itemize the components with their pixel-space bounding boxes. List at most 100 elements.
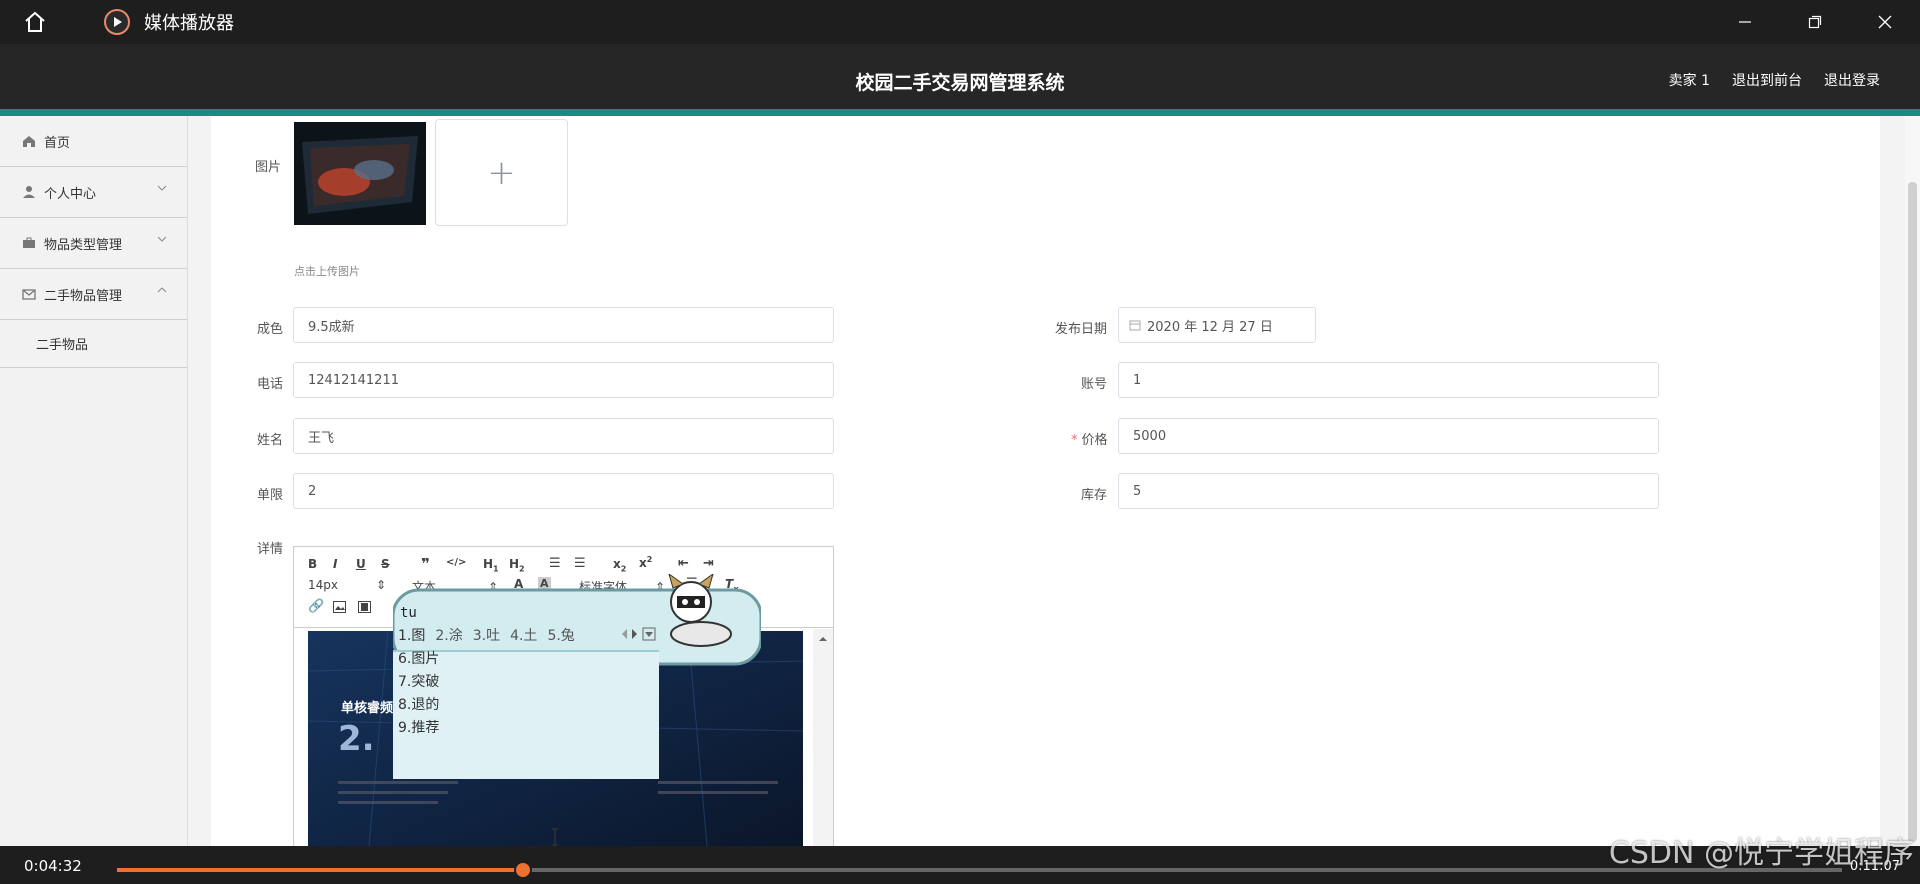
stock-value: 5 xyxy=(1133,483,1142,499)
stock-field[interactable]: 5 xyxy=(1118,473,1659,509)
media-player-icon xyxy=(103,8,131,36)
limit-label: 单限 xyxy=(257,488,284,503)
select-arrow-icon: ⇕ xyxy=(376,578,387,592)
stock-label: 库存 xyxy=(1081,488,1108,503)
account-value: 1 xyxy=(1133,372,1142,388)
font-size-select[interactable]: 14px ⇕ xyxy=(308,578,386,592)
strikethrough-button[interactable]: S xyxy=(381,557,390,571)
outdent-icon[interactable]: ⇤ xyxy=(678,556,689,571)
upload-hint: 点击上传图片 xyxy=(294,265,360,278)
publish-date-value: 2020 年 12 月 27 日 xyxy=(1147,319,1273,335)
phone-field[interactable]: 12412141211 xyxy=(293,362,834,398)
ime-mascot-icon xyxy=(668,574,732,647)
minimize-button[interactable] xyxy=(1710,0,1780,44)
text-cursor-icon xyxy=(552,828,558,846)
sidebar-item-second-hand-mgmt[interactable]: 二手物品管理 xyxy=(0,269,187,320)
price-label-text: 价格 xyxy=(1081,433,1108,448)
image-label: 图片 xyxy=(255,160,282,175)
sidebar: 首页 个人中心 物品类型管理 二手物品管理 二手物品 xyxy=(0,116,188,846)
header1-button[interactable]: H1 xyxy=(483,557,499,573)
logout-link[interactable]: 退出登录 xyxy=(1824,70,1880,90)
ime-candidate[interactable]: 1.图 xyxy=(398,625,425,645)
name-label: 姓名 xyxy=(257,433,284,448)
calendar-icon xyxy=(1129,320,1141,331)
upload-add-button[interactable]: + xyxy=(435,119,568,226)
indent-icon[interactable]: ⇥ xyxy=(703,556,714,571)
chevron-down-icon xyxy=(157,185,167,191)
image-number: 2. xyxy=(338,719,375,759)
limit-value: 2 xyxy=(308,483,317,499)
price-value: 5000 xyxy=(1133,428,1167,444)
required-asterisk: * xyxy=(1071,433,1078,448)
bold-button[interactable]: B xyxy=(308,557,317,571)
title-bar: 媒体播放器 xyxy=(0,0,1920,44)
publish-date-label: 发布日期 xyxy=(1055,322,1108,337)
window-controls xyxy=(1710,0,1920,44)
scroll-up-icon[interactable] xyxy=(813,634,833,644)
system-title: 校园二手交易网管理系统 xyxy=(855,72,1065,94)
sidebar-subitem-second-hand[interactable]: 二手物品 xyxy=(0,320,187,368)
current-user: 卖家 1 xyxy=(1668,73,1710,89)
ordered-list-icon[interactable]: ☰ xyxy=(549,556,561,571)
header2-button[interactable]: H2 xyxy=(509,557,525,573)
phone-label: 电话 xyxy=(257,377,284,392)
ime-candidate[interactable]: 7.突破 xyxy=(398,671,439,694)
phone-value: 12412141211 xyxy=(308,372,399,388)
ime-input-text: tu xyxy=(400,605,417,621)
code-icon[interactable]: </> xyxy=(446,557,466,568)
account-field[interactable]: 1 xyxy=(1118,362,1659,398)
bullet-list-icon[interactable]: ☰ xyxy=(574,556,586,571)
page-scrollbar[interactable] xyxy=(1905,116,1920,846)
sidebar-item-label: 个人中心 xyxy=(44,186,97,202)
sidebar-item-label: 物品类型管理 xyxy=(44,237,123,253)
header-accent-bar xyxy=(0,109,1920,116)
home-icon xyxy=(23,136,35,147)
ime-candidate[interactable]: 6.图片 xyxy=(398,648,439,671)
link-icon[interactable]: 🔗 xyxy=(308,599,324,614)
blockquote-icon[interactable]: ❞ xyxy=(421,555,430,573)
restore-button[interactable] xyxy=(1780,0,1850,44)
seek-handle[interactable] xyxy=(513,861,532,879)
underline-button[interactable]: U xyxy=(356,557,366,571)
ime-candidate[interactable]: 4.土 xyxy=(510,625,537,645)
ime-candidate[interactable]: 8.退的 xyxy=(398,694,439,717)
sidebar-item-item-types[interactable]: 物品类型管理 xyxy=(0,218,187,269)
editor-scrollbar[interactable] xyxy=(813,629,833,846)
condition-label: 成色 xyxy=(257,322,284,337)
briefcase-icon xyxy=(23,237,35,248)
name-value: 王飞 xyxy=(308,430,335,446)
condition-field[interactable]: 9.5成新 xyxy=(293,307,834,343)
ime-candidate[interactable]: 5.兔 xyxy=(547,625,574,645)
front-link[interactable]: 退出到前台 xyxy=(1732,70,1802,90)
mail-icon xyxy=(22,289,36,300)
price-field[interactable]: 5000 xyxy=(1118,418,1659,454)
close-button[interactable] xyxy=(1850,0,1920,44)
ime-candidate-row: 1.图 2.涂 3.吐 4.土 5.兔 xyxy=(398,625,575,645)
name-field[interactable]: 王飞 xyxy=(293,418,834,454)
ime-candidate[interactable]: 2.涂 xyxy=(435,625,462,645)
user-icon xyxy=(23,186,35,198)
content-gutter-left xyxy=(188,116,211,846)
scrollbar-thumb[interactable] xyxy=(1908,182,1917,842)
sidebar-item-home[interactable]: 首页 xyxy=(0,116,187,167)
chevron-up-icon xyxy=(157,287,167,293)
watermark: CSDN @悦宁学姐程序 xyxy=(1608,836,1914,871)
ime-candidate[interactable]: 3.吐 xyxy=(473,625,500,645)
superscript-button[interactable]: x2 xyxy=(639,555,652,570)
sidebar-item-profile[interactable]: 个人中心 xyxy=(0,167,187,218)
italic-button[interactable]: I xyxy=(333,557,337,571)
ime-candidate-window[interactable]: tu 1.图 2.涂 3.吐 4.土 5.兔 6.图片 7.突破 8.退的 9.… xyxy=(393,574,761,779)
subscript-button[interactable]: x2 xyxy=(613,557,626,573)
image-icon[interactable] xyxy=(333,601,346,613)
ime-candidate-list: 6.图片 7.突破 8.退的 9.推荐 xyxy=(398,648,439,740)
uploaded-image-thumbnail[interactable] xyxy=(294,122,426,225)
limit-field[interactable]: 2 xyxy=(293,473,834,509)
home-icon[interactable] xyxy=(20,7,50,37)
ime-page-arrows-icon[interactable] xyxy=(621,627,661,641)
ime-candidate[interactable]: 9.推荐 xyxy=(398,717,439,740)
publish-date-field[interactable]: 2020 年 12 月 27 日 xyxy=(1118,307,1316,343)
seek-bar[interactable] xyxy=(117,861,1842,879)
detail-label: 详情 xyxy=(257,542,284,557)
video-icon[interactable] xyxy=(358,601,371,613)
window-title: 媒体播放器 xyxy=(144,13,234,34)
